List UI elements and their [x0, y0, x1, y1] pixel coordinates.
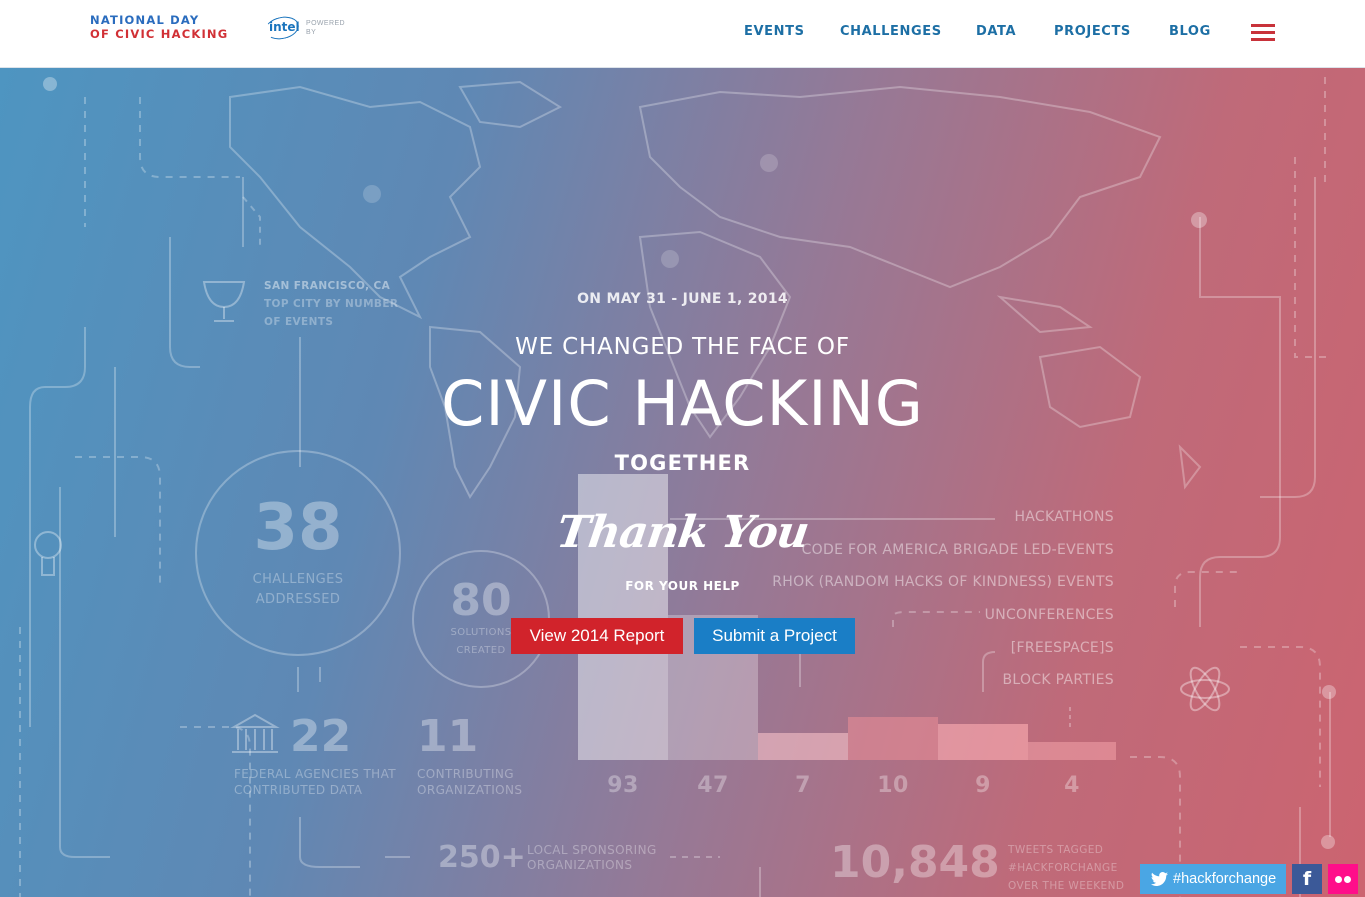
event-date: ON MAY 31 - JUNE 1, 2014 [577, 291, 788, 307]
nav-blog[interactable]: BLOG [1169, 24, 1211, 39]
bar-value-hackathons: 93 [607, 773, 639, 798]
twitter-hashtag-button[interactable]: #hackforchange [1140, 864, 1286, 894]
nav-events[interactable]: EVENTS [744, 24, 805, 39]
thank-you-subtitle: FOR YOUR HELP [625, 579, 740, 593]
hero-section: SAN FRANCISCO, CA TOP CITY BY NUMBER OF … [0, 67, 1365, 897]
bar-value-brigade-events: 47 [697, 773, 729, 798]
capitol-icon [230, 713, 280, 753]
site-header: NATIONAL DAY OF CIVIC HACKING intel POWE… [0, 0, 1365, 68]
intel-wordmark: intel [269, 20, 300, 34]
legend-block-parties: BLOCK PARTIES [1002, 672, 1114, 689]
agencies-label: FEDERAL AGENCIES THAT CONTRIBUTED DATA [234, 766, 396, 798]
thank-you-script: Thank You [553, 507, 812, 558]
sponsors-line-1: LOCAL SPONSORING [527, 843, 657, 857]
bar-rhok-events [758, 733, 848, 760]
hero-heading: CIVIC HACKING [441, 367, 924, 440]
city-desc-2: OF EVENTS [264, 316, 334, 328]
nav-challenges[interactable]: CHALLENGES [840, 24, 942, 39]
menu-hamburger-icon[interactable] [1251, 24, 1275, 42]
orgs-line-2: ORGANIZATIONS [417, 783, 523, 797]
nav-projects[interactable]: PROJECTS [1054, 24, 1131, 39]
nav-data[interactable]: DATA [976, 24, 1016, 39]
bar-value-rhok-events: 7 [795, 773, 811, 798]
bar-value-unconferences: 10 [877, 773, 909, 798]
sponsors-label: LOCAL SPONSORING ORGANIZATIONS [527, 843, 657, 873]
orgs-line-1: CONTRIBUTING [417, 767, 514, 781]
tweets-count: 10,848 [830, 837, 1000, 888]
tweets-line-3: OVER THE WEEKEND [1008, 880, 1125, 892]
bar-value-block-parties: 4 [1064, 773, 1080, 798]
agencies-line-1: FEDERAL AGENCIES THAT [234, 767, 397, 781]
submit-project-button[interactable]: Submit a Project [694, 618, 855, 654]
challenges-line-2: ADDRESSED [255, 592, 341, 607]
atom-icon [1180, 666, 1230, 712]
hero-pre-heading: WE CHANGED THE FACE OF [515, 334, 850, 360]
tweets-line-1: TWEETS TAGGED [1008, 844, 1104, 856]
sponsors-line-2: ORGANIZATIONS [527, 858, 633, 872]
facebook-icon[interactable]: f [1292, 864, 1322, 894]
logo-line-1: NATIONAL DAY [90, 13, 200, 27]
intel-logo[interactable]: intel [263, 13, 301, 43]
hashtag-label: #hackforchange [1173, 871, 1277, 887]
map-greenland [458, 80, 563, 129]
agencies-count: 22 [290, 711, 352, 762]
logo-line-2: OF CIVIC HACKING [90, 27, 229, 41]
bar-value-freespaces: 9 [975, 773, 991, 798]
tweets-label: TWEETS TAGGED #HACKFORCHANGE OVER THE WE… [1008, 841, 1124, 895]
map-eurasia [638, 85, 1162, 289]
orgs-label: CONTRIBUTING ORGANIZATIONS [417, 766, 522, 798]
bar-freespaces [938, 724, 1028, 760]
powered-by-label: POWERED BY [306, 20, 345, 36]
twitter-bird-icon [1151, 872, 1168, 886]
view-report-button[interactable]: View 2014 Report [511, 618, 683, 654]
bar-unconferences [848, 717, 938, 760]
tweets-line-2: #HACKFORCHANGE [1008, 862, 1118, 874]
sponsors-count: 250+ [438, 840, 526, 875]
site-logo[interactable]: NATIONAL DAY OF CIVIC HACKING [90, 13, 246, 41]
bar-block-parties [1028, 742, 1116, 760]
flickr-icon[interactable] [1328, 864, 1358, 894]
orgs-count: 11 [417, 711, 479, 762]
agencies-line-2: CONTRIBUTED DATA [234, 783, 363, 797]
hero-post-heading: TOGETHER [614, 451, 751, 475]
